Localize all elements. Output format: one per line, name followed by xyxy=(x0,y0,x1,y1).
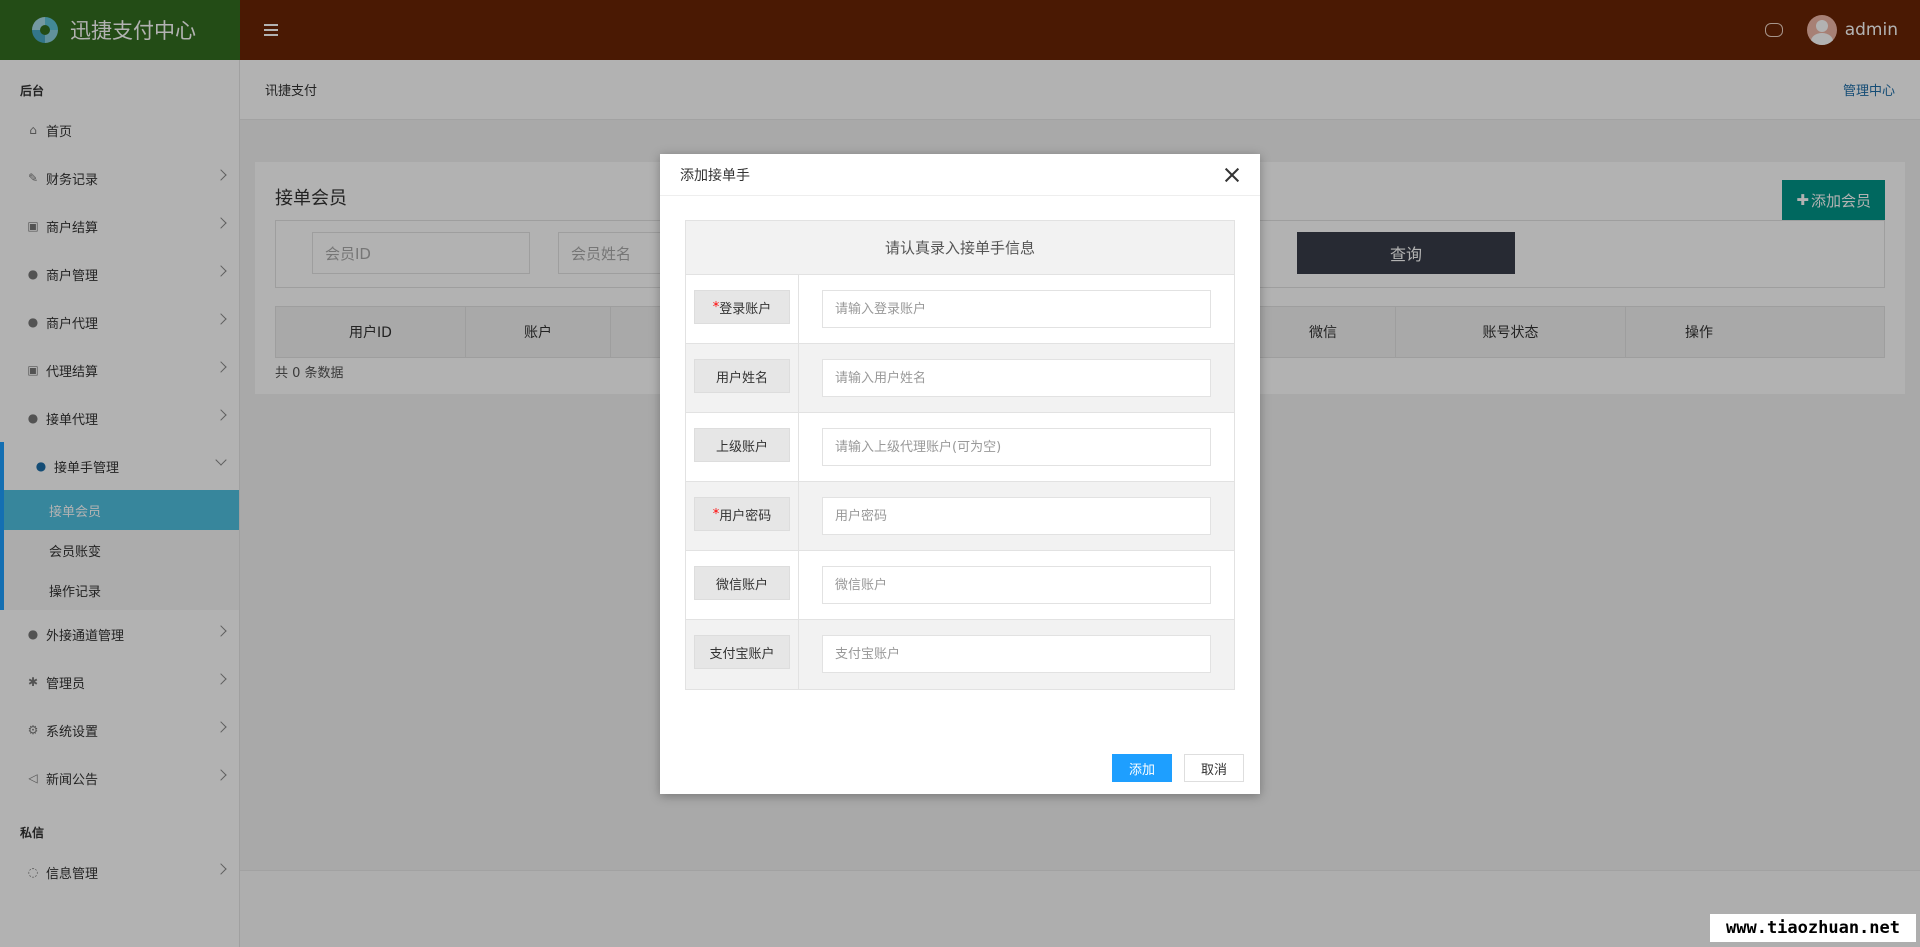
label-cell: * 登录账户 xyxy=(686,275,799,343)
input-cell xyxy=(799,413,1234,481)
field-label: 上级账户 xyxy=(715,439,768,455)
user-name-label: 用户姓名 xyxy=(694,359,790,393)
order-taker-form: 请认真录入接单手信息 * 登录账户 用户姓名 xyxy=(685,220,1235,690)
watermark: www.tiaozhuan.net xyxy=(1710,914,1916,942)
parent-account-input[interactable] xyxy=(822,428,1211,466)
form-row-parent-account: 上级账户 xyxy=(686,413,1234,482)
add-order-taker-dialog: 添加接单手 请认真录入接单手信息 * 登录账户 用户姓名 xyxy=(660,154,1260,794)
form-row-alipay: 支付宝账户 xyxy=(686,620,1234,689)
form-row-user-name: 用户姓名 xyxy=(686,344,1234,413)
field-label: 支付宝账户 xyxy=(709,646,775,662)
input-cell xyxy=(799,620,1234,689)
label-cell: 微信账户 xyxy=(686,551,799,619)
password-input[interactable] xyxy=(822,497,1211,535)
input-cell xyxy=(799,551,1234,619)
user-name-input[interactable] xyxy=(822,359,1211,397)
label-cell: 用户姓名 xyxy=(686,344,799,412)
input-cell xyxy=(799,482,1234,550)
cancel-button[interactable]: 取消 xyxy=(1184,754,1244,782)
field-label: 用户姓名 xyxy=(715,370,768,386)
alipay-input[interactable] xyxy=(822,635,1211,673)
label-cell: 支付宝账户 xyxy=(686,620,799,689)
form-row-login-account: * 登录账户 xyxy=(686,275,1234,344)
wechat-input[interactable] xyxy=(822,566,1211,604)
label-cell: * 用户密码 xyxy=(686,482,799,550)
label-cell: 上级账户 xyxy=(686,413,799,481)
wechat-label: 微信账户 xyxy=(694,566,790,600)
form-caption: 请认真录入接单手信息 xyxy=(686,221,1234,275)
dialog-title: 添加接单手 xyxy=(680,167,750,184)
login-account-label: * 登录账户 xyxy=(694,290,790,324)
form-row-password: * 用户密码 xyxy=(686,482,1234,551)
login-account-input[interactable] xyxy=(822,290,1211,328)
add-button[interactable]: 添加 xyxy=(1112,754,1172,782)
password-label: * 用户密码 xyxy=(694,497,790,531)
parent-account-label: 上级账户 xyxy=(694,428,790,462)
field-label: 微信账户 xyxy=(715,577,768,593)
dialog-header: 添加接单手 xyxy=(660,154,1260,196)
field-label: 登录账户 xyxy=(719,301,772,317)
form-row-wechat: 微信账户 xyxy=(686,551,1234,620)
input-cell xyxy=(799,344,1234,412)
input-cell xyxy=(799,275,1234,343)
close-icon[interactable] xyxy=(1224,167,1240,183)
field-label: 用户密码 xyxy=(719,508,772,524)
alipay-label: 支付宝账户 xyxy=(694,635,790,669)
